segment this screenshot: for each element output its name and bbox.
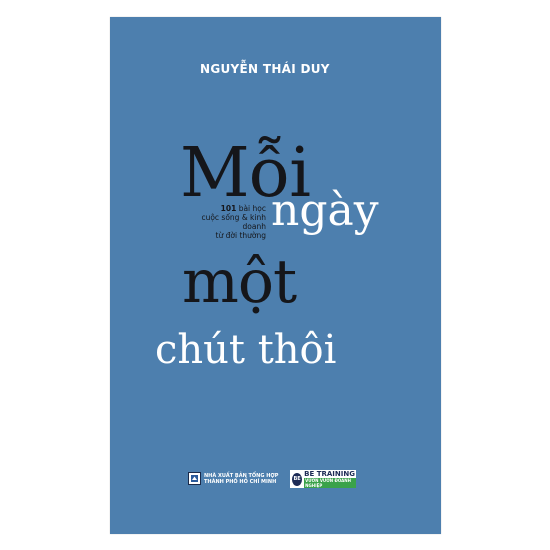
tagline-number: 101 xyxy=(220,204,237,213)
publisher-logo-icon xyxy=(188,472,201,485)
title-line-4: chút thôi xyxy=(155,327,337,373)
tagline-line-2: cuộc sống & kinh doanh xyxy=(201,213,266,231)
be-training-slogan: VƯƠN VƯƠN ĐOANH NGHIỆP xyxy=(304,478,356,488)
tagline-line-3: từ đời thường xyxy=(215,231,266,240)
publisher-line-2: THÀNH PHỐ HỒ CHÍ MINH xyxy=(204,478,277,485)
be-badge-icon: BE xyxy=(292,472,303,486)
publisher-name: NHÀ XUẤT BẢN TỔNG HỢP THÀNH PHỐ HỒ CHÍ M… xyxy=(204,473,278,485)
title-line-3: một xyxy=(182,247,297,317)
tagline: 101 bài học cuộc sống & kinh doanh từ đờ… xyxy=(186,204,266,240)
be-training-logo: BE BE TRAINING VƯƠN VƯƠN ĐOANH NGHIỆP xyxy=(290,470,356,488)
be-training-text: BE TRAINING VƯƠN VƯƠN ĐOANH NGHIỆP xyxy=(304,470,356,488)
publisher-line-1: NHÀ XUẤT BẢN TỔNG HỢP xyxy=(204,472,279,479)
publisher: NHÀ XUẤT BẢN TỔNG HỢP THÀNH PHỐ HỒ CHÍ M… xyxy=(188,472,278,485)
tagline-line-1: 101 bài học xyxy=(186,204,266,213)
author-name: NGUYỄN THÁI DUY xyxy=(200,62,330,76)
be-training-name: BE TRAINING xyxy=(304,470,355,478)
tagline-rest: bài học xyxy=(236,204,266,213)
title-line-2: ngày xyxy=(271,185,379,236)
